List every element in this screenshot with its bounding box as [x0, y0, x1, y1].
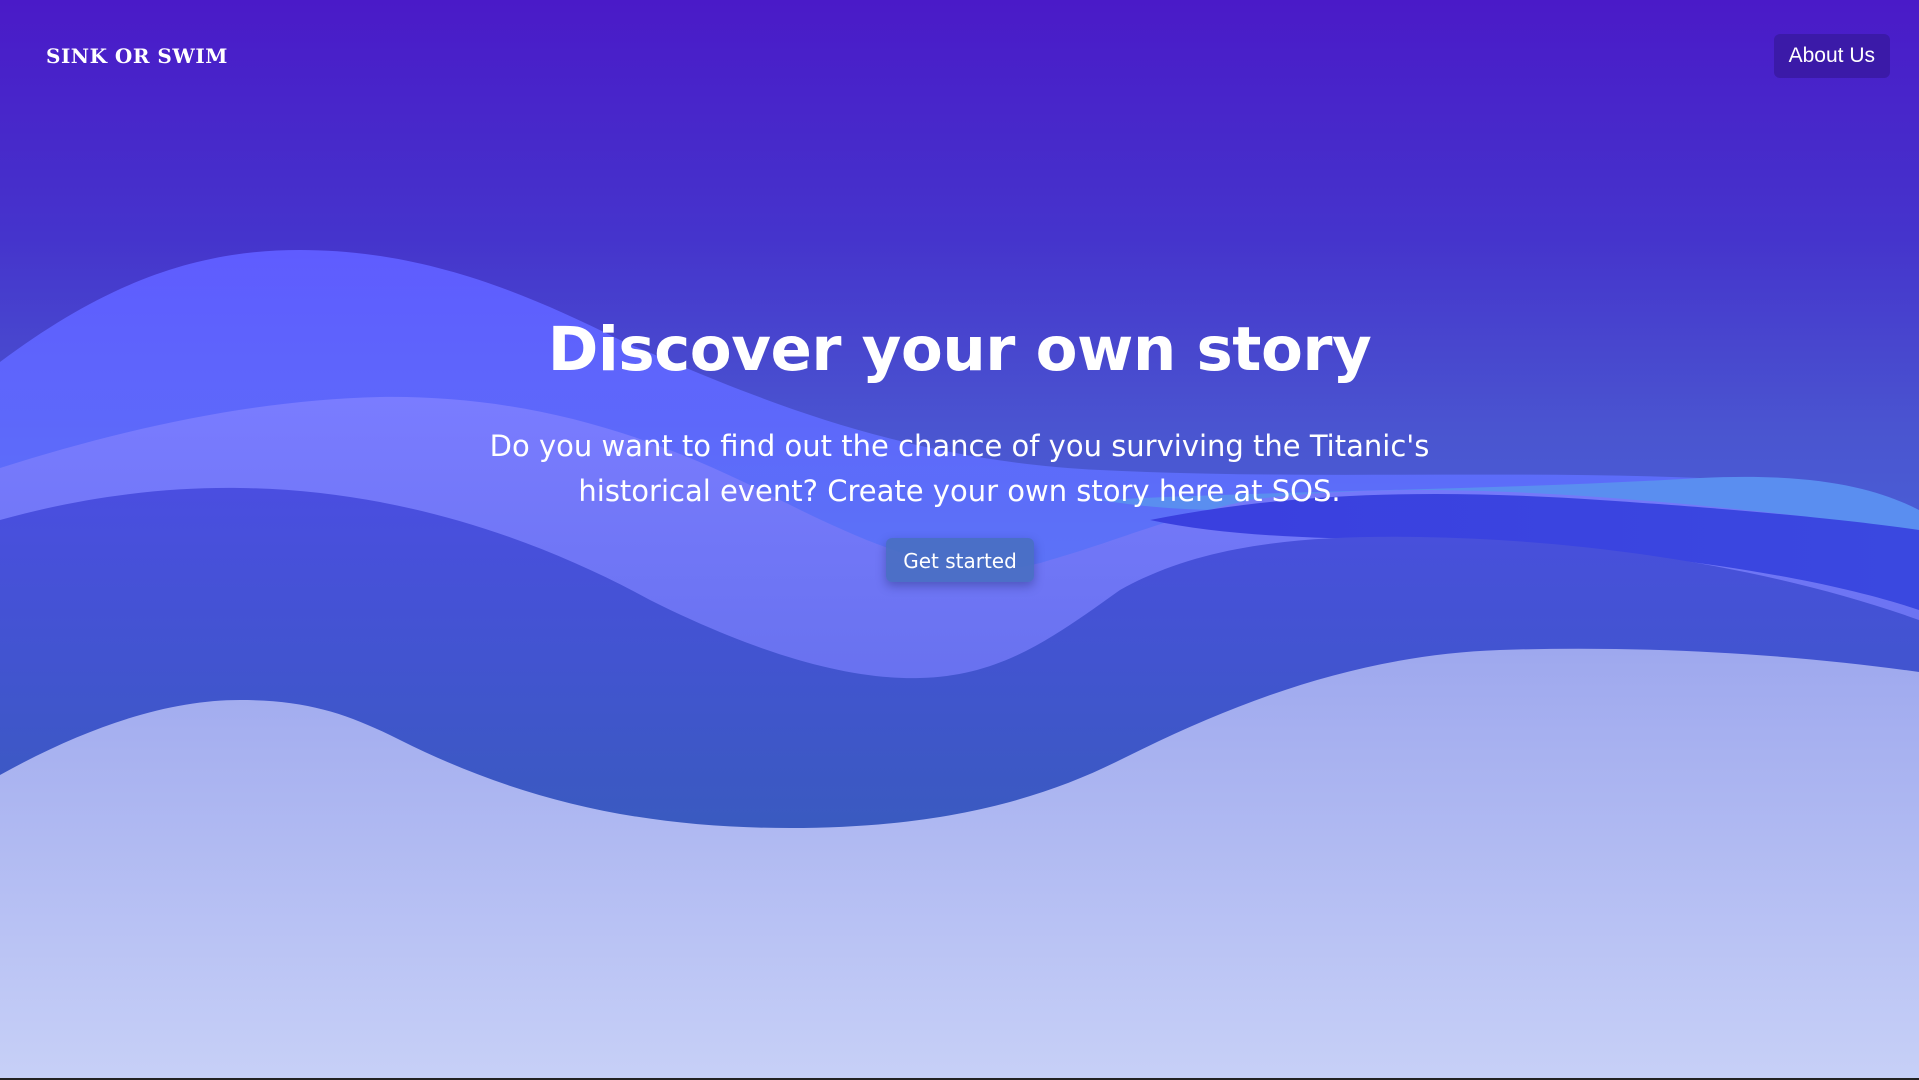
get-started-button[interactable]: Get started — [886, 538, 1034, 582]
logo[interactable]: SINK OR SWIM — [46, 44, 228, 68]
hero-subtitle: Do you want to find out the chance of yo… — [489, 429, 1430, 508]
landing-page: SINK OR SWIM About Us Discover your own … — [0, 0, 1919, 1080]
about-us-button[interactable]: About Us — [1773, 34, 1890, 78]
hero-title: Discover your own story — [547, 314, 1372, 385]
